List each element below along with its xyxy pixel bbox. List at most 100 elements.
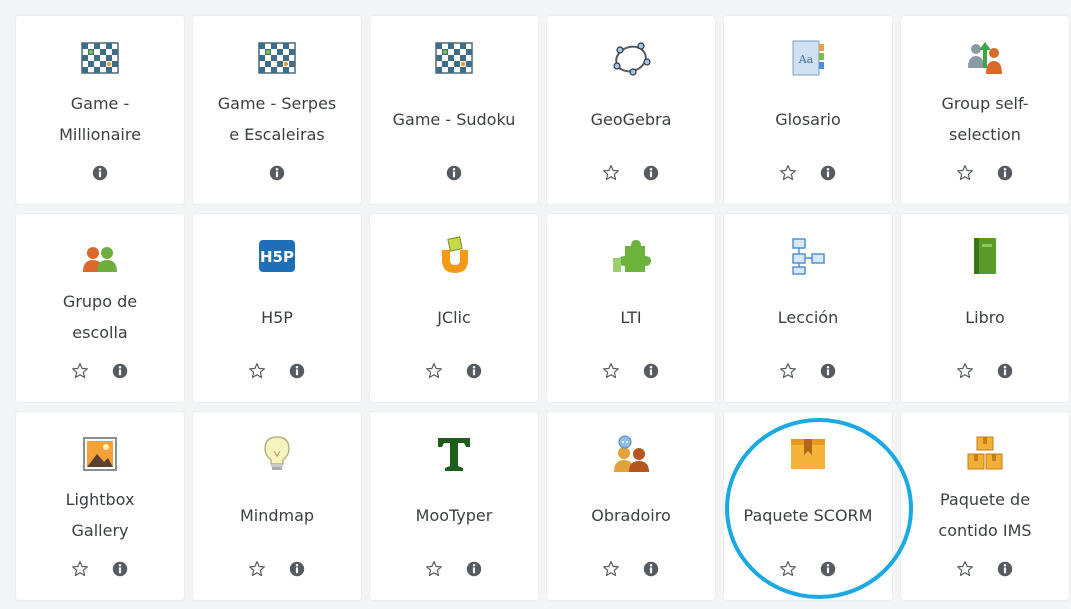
- checkerboard-game-icon: [434, 38, 474, 78]
- activity-actions: [370, 161, 538, 185]
- activity-name: Group self- selection: [941, 94, 1029, 144]
- geogebra-icon: [611, 38, 651, 78]
- activity-tile-game-millionaire[interactable]: Game - Millionaire: [16, 16, 184, 204]
- info-icon[interactable]: [818, 163, 838, 183]
- activity-actions: [547, 161, 715, 185]
- star-icon[interactable]: [70, 559, 90, 579]
- h5p-icon: H5P: [257, 236, 297, 276]
- activity-tile-lti[interactable]: LTI: [547, 214, 715, 402]
- glossary-icon: Aa: [788, 38, 828, 78]
- info-icon[interactable]: [641, 559, 661, 579]
- activity-tile-paquete-scorm[interactable]: Paquete SCORM: [724, 412, 892, 600]
- info-icon[interactable]: [464, 559, 484, 579]
- info-icon[interactable]: [641, 163, 661, 183]
- activity-name: Game - Sudoku: [392, 109, 516, 129]
- star-icon[interactable]: [601, 163, 621, 183]
- activity-name: Game - Millionaire: [59, 94, 141, 144]
- activity-actions: [901, 161, 1069, 185]
- jclic-icon: [434, 236, 474, 276]
- puzzle-piece-icon: [611, 236, 651, 276]
- activity-tile-grupo-de-escolla[interactable]: Grupo de escolla: [16, 214, 184, 402]
- activity-actions: [547, 557, 715, 581]
- choice-group-icon: [80, 236, 120, 276]
- info-icon[interactable]: [641, 361, 661, 381]
- activity-actions: [193, 557, 361, 581]
- info-icon[interactable]: [995, 361, 1015, 381]
- star-icon[interactable]: [955, 361, 975, 381]
- activity-tile-geogebra[interactable]: GeoGebra: [547, 16, 715, 204]
- activity-tile-h5p[interactable]: H5P H5P: [193, 214, 361, 402]
- activity-name: Obradoiro: [591, 505, 671, 525]
- activity-name: GeoGebra: [590, 109, 672, 129]
- workshop-people-icon: [611, 434, 651, 474]
- info-icon[interactable]: [90, 163, 110, 183]
- info-icon[interactable]: [995, 163, 1015, 183]
- info-icon[interactable]: [995, 559, 1015, 579]
- checkerboard-game-icon: [80, 38, 120, 78]
- star-icon[interactable]: [955, 559, 975, 579]
- activity-tile-paquete-ims[interactable]: Paquete de contido IMS: [901, 412, 1069, 600]
- svg-text:H5P: H5P: [260, 248, 294, 266]
- star-icon[interactable]: [601, 559, 621, 579]
- info-icon[interactable]: [287, 361, 307, 381]
- activity-name: LTI: [620, 307, 642, 327]
- info-icon[interactable]: [818, 559, 838, 579]
- activity-actions: [16, 557, 184, 581]
- svg-text:Aa: Aa: [798, 53, 814, 66]
- info-icon[interactable]: [444, 163, 464, 183]
- star-icon[interactable]: [70, 361, 90, 381]
- activity-actions: [193, 161, 361, 185]
- activity-tile-lightbox-gallery[interactable]: Lightbox Gallery: [16, 412, 184, 600]
- star-icon[interactable]: [247, 559, 267, 579]
- scorm-package-icon: [788, 434, 828, 474]
- activity-actions: [901, 359, 1069, 383]
- activity-tile-game-sudoku[interactable]: Game - Sudoku: [370, 16, 538, 204]
- activity-name: H5P: [261, 307, 293, 327]
- info-icon[interactable]: [110, 559, 130, 579]
- activity-name: Game - Serpes e Escaleiras: [217, 94, 337, 144]
- activity-actions: [901, 557, 1069, 581]
- star-icon[interactable]: [601, 361, 621, 381]
- info-icon[interactable]: [287, 559, 307, 579]
- activity-actions: [724, 359, 892, 383]
- activity-tile-mootyper[interactable]: MooTyper: [370, 412, 538, 600]
- activity-chooser-grid: Game - Millionaire Game - Serpes e Escal…: [16, 16, 1069, 600]
- star-icon[interactable]: [247, 361, 267, 381]
- star-icon[interactable]: [778, 559, 798, 579]
- ims-package-icon: [965, 434, 1005, 474]
- activity-tile-libro[interactable]: Libro: [901, 214, 1069, 402]
- info-icon[interactable]: [110, 361, 130, 381]
- activity-name: Mindmap: [239, 505, 315, 525]
- activity-name: MooTyper: [415, 505, 493, 525]
- activity-actions: [547, 359, 715, 383]
- activity-tile-mindmap[interactable]: Mindmap: [193, 412, 361, 600]
- book-icon: [965, 236, 1005, 276]
- star-icon[interactable]: [955, 163, 975, 183]
- activity-name: JClic: [437, 307, 471, 327]
- group-selection-icon: [965, 38, 1005, 78]
- star-icon[interactable]: [424, 559, 444, 579]
- activity-tile-jclic[interactable]: JClic: [370, 214, 538, 402]
- activity-name: Grupo de escolla: [62, 292, 138, 342]
- info-icon[interactable]: [464, 361, 484, 381]
- activity-tile-group-self-selection[interactable]: Group self- selection: [901, 16, 1069, 204]
- activity-name: Lección: [777, 307, 839, 327]
- activity-actions: [16, 161, 184, 185]
- activity-actions: [193, 359, 361, 383]
- star-icon[interactable]: [424, 361, 444, 381]
- image-gallery-icon: [80, 434, 120, 474]
- activity-tile-leccion[interactable]: Lección: [724, 214, 892, 402]
- activity-tile-game-serpes[interactable]: Game - Serpes e Escaleiras: [193, 16, 361, 204]
- star-icon[interactable]: [778, 163, 798, 183]
- activity-name: Glosario: [775, 109, 841, 129]
- activity-tile-obradoiro[interactable]: Obradoiro: [547, 412, 715, 600]
- info-icon[interactable]: [818, 361, 838, 381]
- activity-actions: [370, 557, 538, 581]
- star-icon[interactable]: [778, 361, 798, 381]
- checkerboard-game-icon: [257, 38, 297, 78]
- activity-actions: [16, 359, 184, 383]
- info-icon[interactable]: [267, 163, 287, 183]
- activity-name: Libro: [965, 307, 1005, 327]
- activity-tile-glosario[interactable]: Aa Glosario: [724, 16, 892, 204]
- lightbulb-icon: [257, 434, 297, 474]
